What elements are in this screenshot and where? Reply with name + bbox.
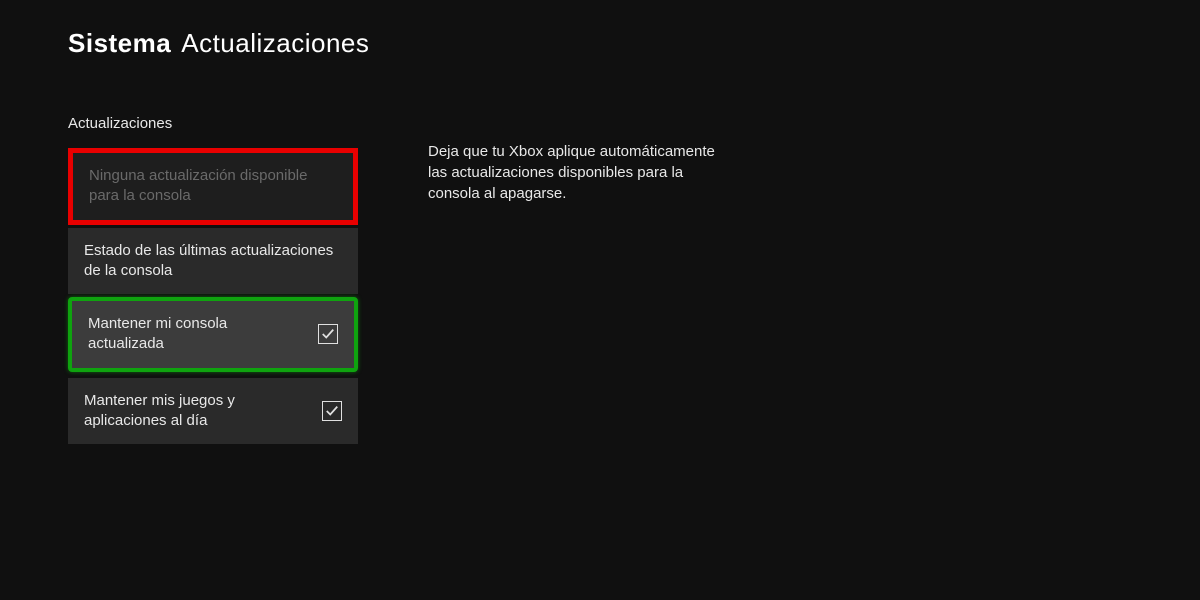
checkbox-keep-games[interactable] xyxy=(322,401,342,421)
checkmark-icon xyxy=(325,404,339,418)
highlight-green: Mantener mi consola actualizada xyxy=(68,297,358,372)
option-keep-games-updated[interactable]: Mantener mis juegos y aplicaciones al dí… xyxy=(68,378,358,445)
content-area: Actualizaciones Ninguna actualización di… xyxy=(0,115,1200,447)
option-keep-console-updated[interactable]: Mantener mi consola actualizada xyxy=(72,301,354,368)
option-no-update: Ninguna actualización disponible para la… xyxy=(73,153,353,220)
header-page: Actualizaciones xyxy=(181,28,369,59)
option-keep-games-updated-label: Mantener mis juegos y aplicaciones al dí… xyxy=(84,391,310,432)
option-no-update-label: Ninguna actualización disponible para la… xyxy=(89,166,337,207)
page-header: Sistema Actualizaciones xyxy=(0,0,1200,59)
options-column: Actualizaciones Ninguna actualización di… xyxy=(68,115,358,447)
section-title: Actualizaciones xyxy=(68,115,358,132)
option-last-status-label: Estado de las últimas actualizaciones de… xyxy=(84,241,342,282)
option-last-status[interactable]: Estado de las últimas actualizaciones de… xyxy=(68,228,358,295)
checkbox-keep-console[interactable] xyxy=(318,324,338,344)
checkmark-icon xyxy=(321,327,335,341)
description-text: Deja que tu Xbox aplique automáticamente… xyxy=(428,141,728,204)
description-column: Deja que tu Xbox aplique automáticamente… xyxy=(428,115,728,447)
header-category: Sistema xyxy=(68,28,171,59)
highlight-red: Ninguna actualización disponible para la… xyxy=(68,148,358,225)
option-keep-console-updated-label: Mantener mi consola actualizada xyxy=(88,314,306,355)
